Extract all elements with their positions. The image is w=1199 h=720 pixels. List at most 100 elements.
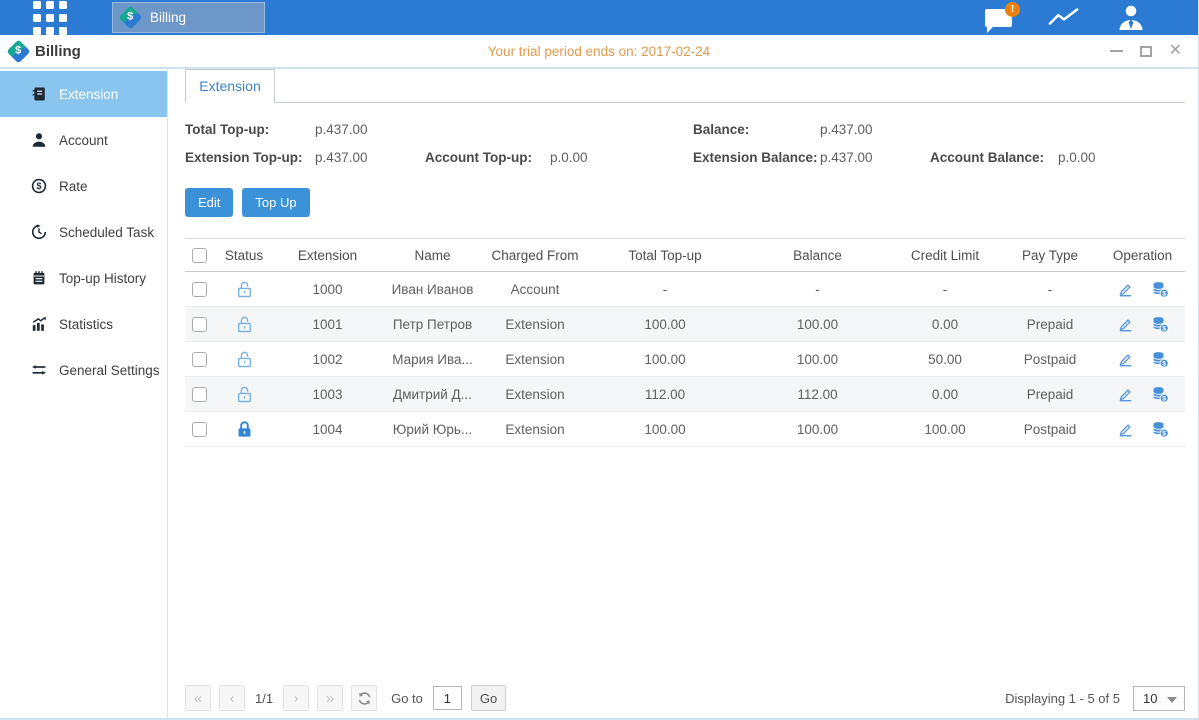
taskbar-billing-tab[interactable]: $ Billing — [112, 2, 265, 33]
svg-text:$: $ — [1162, 361, 1166, 368]
column-header-name: Name — [380, 239, 485, 272]
messages-icon[interactable]: ! — [985, 9, 1012, 27]
sidebar-item-top-up-history[interactable]: Top-up History — [0, 255, 167, 301]
scheduled-task-icon — [30, 224, 48, 240]
column-header-pay-type: Pay Type — [1000, 239, 1100, 272]
last-page-button[interactable]: » — [317, 685, 343, 711]
cell-charged-from: Extension — [485, 307, 585, 342]
cell-name: Петр Петров — [380, 307, 485, 342]
displaying-info: Displaying 1 - 5 of 5 — [1005, 691, 1120, 706]
cell-balance: - — [745, 272, 890, 307]
statistics-chart-icon[interactable] — [1048, 5, 1080, 31]
sidebar-item-label: Statistics — [59, 317, 113, 332]
dropdown-arrow-icon — [1167, 697, 1177, 703]
first-page-button[interactable]: « — [185, 685, 211, 711]
row-checkbox[interactable] — [192, 282, 207, 297]
close-icon[interactable]: ✕ — [1169, 43, 1182, 59]
topup-icon[interactable]: $ — [1151, 315, 1169, 333]
cell-credit-limit: 100.00 — [890, 412, 1000, 447]
edit-icon[interactable] — [1117, 421, 1134, 438]
cell-extension: 1000 — [275, 272, 380, 307]
table-row: 1002Мария Ива...Extension100.00100.0050.… — [185, 342, 1185, 377]
account-balance-value: p.0.00 — [1058, 150, 1185, 165]
billing-window-icon: $ — [6, 39, 30, 63]
sidebar-item-extension[interactable]: Extension — [0, 71, 167, 117]
trial-notice: Your trial period ends on: 2017-02-24 — [0, 44, 1198, 59]
topup-history-icon — [30, 270, 48, 286]
column-header-operation: Operation — [1100, 239, 1185, 272]
page-indicator: 1/1 — [255, 691, 273, 706]
row-checkbox[interactable] — [192, 352, 207, 367]
page-size-select[interactable]: 10 — [1133, 686, 1185, 711]
tab-bar: Extension — [185, 69, 1185, 103]
cell-charged-from: Extension — [485, 412, 585, 447]
svg-text:$: $ — [1162, 291, 1166, 298]
svg-text:$: $ — [1162, 431, 1166, 438]
cell-name: Юрий Юрь... — [380, 412, 485, 447]
edit-icon[interactable] — [1117, 281, 1134, 298]
topup-icon[interactable]: $ — [1151, 385, 1169, 403]
locked-icon — [235, 420, 254, 439]
tab-extension[interactable]: Extension — [185, 69, 275, 103]
topup-icon[interactable]: $ — [1151, 350, 1169, 368]
sidebar-item-rate[interactable]: $Rate — [0, 163, 167, 209]
row-checkbox[interactable] — [192, 422, 207, 437]
cell-total-topup: 100.00 — [585, 342, 745, 377]
maximize-icon[interactable] — [1140, 46, 1152, 57]
goto-page-input[interactable] — [433, 686, 462, 710]
account-balance-label: Account Balance: — [930, 150, 1058, 165]
cell-credit-limit: 0.00 — [890, 307, 1000, 342]
refresh-button[interactable] — [351, 685, 377, 711]
sidebar-item-label: General Settings — [59, 363, 160, 378]
topup-icon[interactable]: $ — [1151, 280, 1169, 298]
cell-total-topup: 100.00 — [585, 307, 745, 342]
column-header-status: Status — [213, 239, 275, 272]
balance-label: Balance: — [693, 122, 820, 137]
extension-balance-label: Extension Balance: — [693, 150, 820, 165]
sidebar-item-scheduled-task[interactable]: Scheduled Task — [0, 209, 167, 255]
minimize-icon[interactable] — [1110, 50, 1123, 52]
edit-button[interactable]: Edit — [185, 188, 233, 217]
cell-balance: 100.00 — [745, 307, 890, 342]
edit-icon[interactable] — [1117, 316, 1134, 333]
table-row: 1003Дмитрий Д...Extension112.00112.000.0… — [185, 377, 1185, 412]
cell-balance: 112.00 — [745, 377, 890, 412]
cell-pay-type: - — [1000, 272, 1100, 307]
topup-icon[interactable]: $ — [1151, 420, 1169, 438]
cell-total-topup: - — [585, 272, 745, 307]
sidebar-item-account[interactable]: Account — [0, 117, 167, 163]
cell-balance: 100.00 — [745, 412, 890, 447]
edit-icon[interactable] — [1117, 351, 1134, 368]
top-up-button[interactable]: Top Up — [242, 188, 309, 217]
cell-charged-from: Account — [485, 272, 585, 307]
cell-extension: 1004 — [275, 412, 380, 447]
cell-total-topup: 100.00 — [585, 412, 745, 447]
unlocked-icon — [235, 315, 254, 334]
page-size-value: 10 — [1143, 691, 1157, 706]
sidebar-item-statistics[interactable]: Statistics — [0, 301, 167, 347]
column-header-charged-from: Charged From — [485, 239, 585, 272]
cell-credit-limit: 50.00 — [890, 342, 1000, 377]
table-row: 1001Петр ПетровExtension100.00100.000.00… — [185, 307, 1185, 342]
row-checkbox[interactable] — [192, 387, 207, 402]
sidebar-item-label: Account — [59, 133, 108, 148]
account-icon — [30, 132, 48, 148]
extension-balance-value: p.437.00 — [820, 150, 930, 165]
app-launcher-icon[interactable] — [33, 1, 67, 35]
prev-page-button[interactable]: ‹ — [219, 685, 245, 711]
sidebar-item-general-settings[interactable]: General Settings — [0, 347, 167, 393]
cell-balance: 100.00 — [745, 342, 890, 377]
pagination-bar: « ‹ 1/1 › » Go to Go Displaying 1 - 5 of… — [185, 685, 1185, 711]
taskbar-icons: ! — [985, 4, 1146, 31]
next-page-button[interactable]: › — [283, 685, 309, 711]
extension-topup-label: Extension Top-up: — [185, 150, 315, 165]
go-button[interactable]: Go — [471, 685, 506, 711]
svg-text:$: $ — [1162, 326, 1166, 333]
cell-credit-limit: 0.00 — [890, 377, 1000, 412]
user-account-icon[interactable] — [1116, 4, 1146, 31]
cell-extension: 1002 — [275, 342, 380, 377]
cell-name: Мария Ива... — [380, 342, 485, 377]
edit-icon[interactable] — [1117, 386, 1134, 403]
select-all-checkbox[interactable] — [192, 248, 207, 263]
row-checkbox[interactable] — [192, 317, 207, 332]
